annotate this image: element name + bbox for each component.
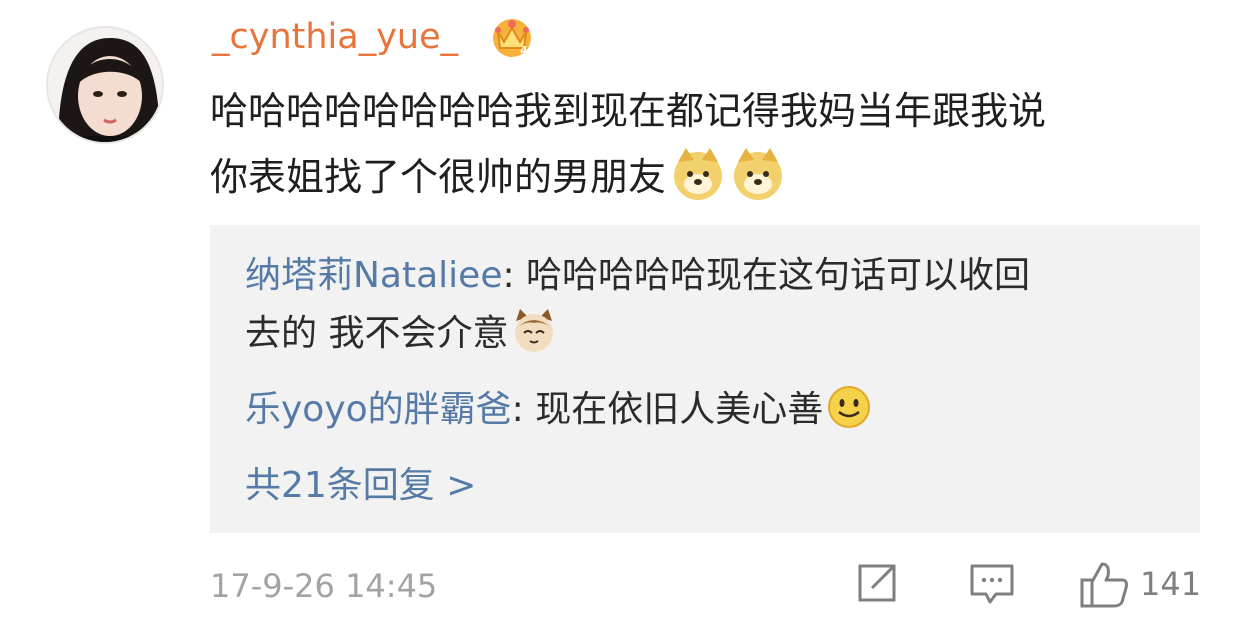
cat-emoji-icon bbox=[515, 309, 554, 352]
reply-separator: : bbox=[511, 389, 536, 430]
reply-text: 哈哈哈哈哈现在这句话可以收回 bbox=[526, 255, 1031, 296]
reply-item[interactable]: 纳塔莉Nataliee: 哈哈哈哈哈现在这句话可以收回 去的 我不会介意 bbox=[245, 247, 1175, 363]
like-count: 141 bbox=[1140, 565, 1202, 603]
doge-emoji-icon bbox=[734, 148, 783, 200]
svg-text:4: 4 bbox=[520, 44, 528, 57]
view-all-replies-link[interactable]: 共21条回复 > bbox=[245, 457, 476, 515]
share-icon[interactable] bbox=[854, 560, 900, 606]
reply-author[interactable]: 纳塔莉Nataliee bbox=[245, 255, 502, 296]
doge-emoji-icon bbox=[674, 148, 723, 200]
avatar[interactable] bbox=[46, 26, 164, 144]
crown-icon: 4 bbox=[493, 19, 531, 57]
like-thumb-icon[interactable] bbox=[1078, 560, 1130, 610]
reply-line: 去的 我不会介意 bbox=[245, 305, 1175, 363]
timestamp: 17-9-26 14:45 bbox=[210, 567, 438, 605]
reply-text: 去的 我不会介意 bbox=[245, 313, 509, 354]
comment-line-2-text: 你表姐找了个很帅的男朋友 bbox=[210, 155, 667, 199]
reply-line: 纳塔莉Nataliee: 哈哈哈哈哈现在这句话可以收回 bbox=[245, 247, 1175, 305]
replies-panel: 纳塔莉Nataliee: 哈哈哈哈哈现在这句话可以收回 去的 我不会介意 乐yo… bbox=[210, 225, 1200, 533]
comment-line-1: 哈哈哈哈哈哈哈哈我到现在都记得我妈当年跟我说 bbox=[210, 89, 1047, 133]
comment-line-2: 你表姐找了个很帅的男朋友 bbox=[210, 144, 1220, 210]
comment-icon[interactable] bbox=[968, 560, 1016, 608]
reply-item[interactable]: 乐yoyo的胖霸爸: 现在依旧人美心善 bbox=[245, 381, 1175, 439]
comment-text: 哈哈哈哈哈哈哈哈我到现在都记得我妈当年跟我说 你表姐找了个很帅的男朋友 bbox=[210, 78, 1220, 210]
reply-line: 乐yoyo的胖霸爸: 现在依旧人美心善 bbox=[245, 381, 1175, 439]
reply-separator: : bbox=[502, 255, 527, 296]
reply-text: 现在依旧人美心善 bbox=[535, 389, 824, 430]
username[interactable]: _cynthia_yue_ bbox=[212, 12, 458, 62]
smile-emoji-icon bbox=[828, 386, 871, 428]
avatar-photo bbox=[48, 28, 162, 142]
reply-author[interactable]: 乐yoyo的胖霸爸 bbox=[245, 389, 512, 430]
